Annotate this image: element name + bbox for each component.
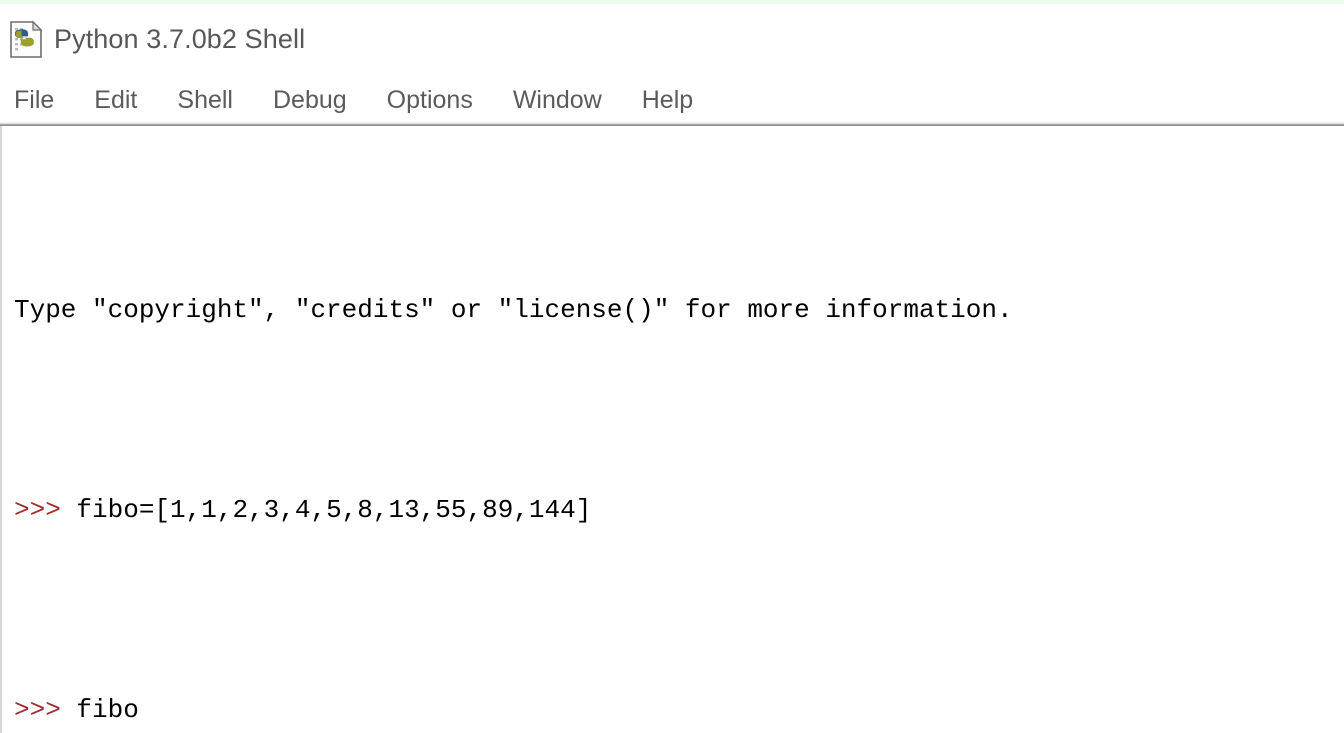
menu-item-help[interactable]: Help [642, 87, 693, 113]
shell-line-input-assign: >>> fibo=[1,1,2,3,4,5,8,13,55,89,144] [14, 490, 1343, 530]
shell-transcript[interactable]: Type "copyright", "credits" or "license(… [2, 130, 1343, 733]
menu-item-shell[interactable]: Shell [177, 87, 233, 113]
window-title: Python 3.7.0b2 Shell [54, 23, 306, 54]
prompt-marker: >>> [14, 695, 77, 725]
menu-bar: File Edit Shell Debug Options Window Hel… [0, 78, 1344, 122]
menu-item-debug[interactable]: Debug [273, 87, 347, 113]
shell-line-input-echo: >>> fibo [14, 690, 1343, 730]
top-edge-tint [0, 0, 1344, 4]
title-bar: Python 3.7.0b2 Shell [0, 0, 1344, 78]
shell-line-banner: Type "copyright", "credits" or "license(… [14, 290, 1343, 330]
python-file-icon [8, 20, 46, 60]
banner-text: Type "copyright", "credits" or "license(… [14, 295, 1013, 325]
prompt-marker: >>> [14, 495, 77, 525]
input-text: fibo [76, 695, 139, 725]
idle-shell-window: Python 3.7.0b2 Shell File Edit Shell Deb… [0, 0, 1344, 733]
menu-item-window[interactable]: Window [513, 87, 602, 113]
menu-item-file[interactable]: File [14, 87, 54, 113]
menu-item-options[interactable]: Options [387, 87, 473, 113]
menu-item-edit[interactable]: Edit [94, 87, 137, 113]
shell-text-area[interactable]: Type "copyright", "credits" or "license(… [0, 126, 1344, 733]
input-text: fibo=[1,1,2,3,4,5,8,13,55,89,144] [76, 495, 592, 525]
